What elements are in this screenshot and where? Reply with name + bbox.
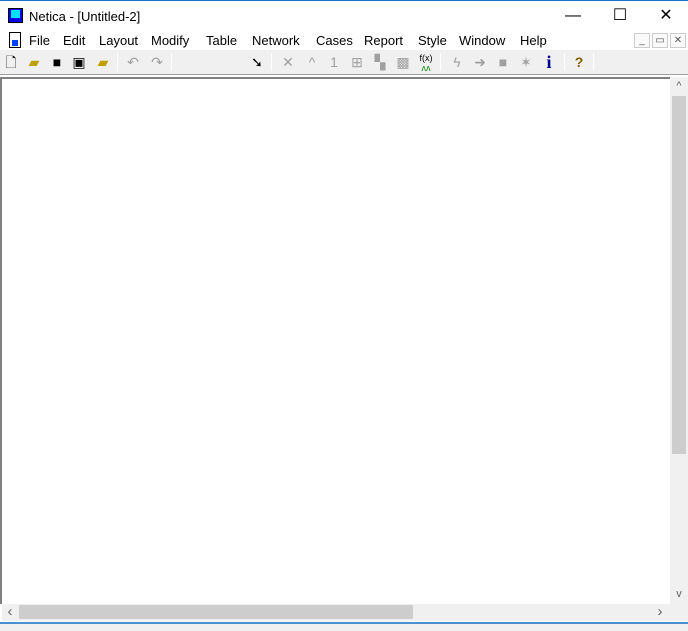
maximize-button[interactable]: ☐ — [597, 1, 643, 31]
separator — [117, 53, 118, 71]
delete-links-icon[interactable]: ✕ — [278, 53, 298, 71]
new-file-icon[interactable]: 🗋 — [1, 53, 21, 71]
separator — [593, 53, 594, 71]
compile-icon[interactable]: ϟ — [447, 53, 467, 71]
save-all-icon[interactable]: ▣ — [69, 53, 89, 71]
star-icon[interactable]: ✶ — [516, 53, 536, 71]
netica-app-icon — [8, 8, 23, 23]
info-icon[interactable]: i — [539, 53, 559, 71]
scroll-left-icon[interactable]: ‹ — [2, 604, 18, 620]
horizontal-scroll-thumb[interactable] — [19, 605, 413, 619]
help-icon[interactable]: ? — [569, 53, 589, 71]
separator — [564, 53, 565, 71]
menu-report[interactable]: Report — [364, 33, 403, 48]
menu-modify[interactable]: Modify — [151, 33, 189, 48]
absorb-icon[interactable]: ⊞ — [347, 53, 367, 71]
mdi-restore-button[interactable]: ▭ — [652, 33, 668, 48]
open-special-icon[interactable]: ▰ — [93, 53, 113, 71]
reverse-link-icon[interactable]: ^ — [302, 53, 322, 71]
menu-style[interactable]: Style — [418, 33, 447, 48]
mdi-minimize-button[interactable]: _ — [634, 33, 650, 48]
menu-file[interactable]: File — [29, 33, 50, 48]
document-icon[interactable] — [9, 32, 21, 48]
menu-help[interactable]: Help — [520, 33, 547, 48]
menu-edit[interactable]: Edit — [63, 33, 85, 48]
status-bar — [0, 622, 688, 631]
title-bar: Netica - [Untitled-2] — ☐ ✕ — [0, 0, 688, 30]
menu-bar: File Edit Layout Modify Table Network Ca… — [0, 30, 688, 50]
equation-icon[interactable]: f(x) ʌʌ — [416, 53, 436, 73]
minimize-button[interactable]: — — [550, 1, 596, 31]
menu-window[interactable]: Window — [459, 33, 505, 48]
network-canvas[interactable] — [0, 77, 670, 604]
arrow-link-icon[interactable]: ➘ — [247, 53, 267, 71]
number-icon[interactable]: 1 — [324, 53, 344, 71]
scroll-down-icon[interactable]: v — [671, 588, 687, 600]
scroll-right-icon[interactable]: › — [652, 604, 668, 620]
close-button[interactable]: ✕ — [643, 1, 688, 31]
menu-network[interactable]: Network — [252, 33, 300, 48]
toolbar: 🗋 ▰ ■ ▣ ▰ ↶ ↷ ➘ ✕ ^ 1 ⊞ ▚ ▩ f(x) ʌʌ ϟ ➜ ■… — [0, 50, 688, 118]
undo-icon[interactable]: ↶ — [123, 53, 143, 71]
save-icon[interactable]: ■ — [47, 53, 67, 71]
mdi-close-button[interactable]: ✕ — [670, 33, 686, 48]
vertical-scroll-thumb[interactable] — [672, 96, 686, 454]
go-arrow-icon[interactable]: ➜ — [470, 53, 490, 71]
separator — [440, 53, 441, 71]
place-icon[interactable]: ■ — [493, 53, 513, 71]
menu-cases[interactable]: Cases — [316, 33, 353, 48]
window-title: Netica - [Untitled-2] — [29, 9, 141, 24]
scroll-corner — [670, 604, 688, 621]
scroll-up-icon[interactable]: ^ — [671, 80, 687, 92]
sensitivity-icon[interactable]: ▚ — [370, 53, 390, 71]
open-folder-icon[interactable]: ▰ — [24, 53, 44, 71]
remove-icon[interactable]: ▩ — [393, 53, 413, 71]
redo-icon[interactable]: ↷ — [147, 53, 167, 71]
menu-table[interactable]: Table — [206, 33, 237, 48]
equation-label: f(x) — [419, 53, 433, 63]
separator — [271, 53, 272, 71]
menu-layout[interactable]: Layout — [99, 33, 138, 48]
separator — [171, 53, 172, 71]
